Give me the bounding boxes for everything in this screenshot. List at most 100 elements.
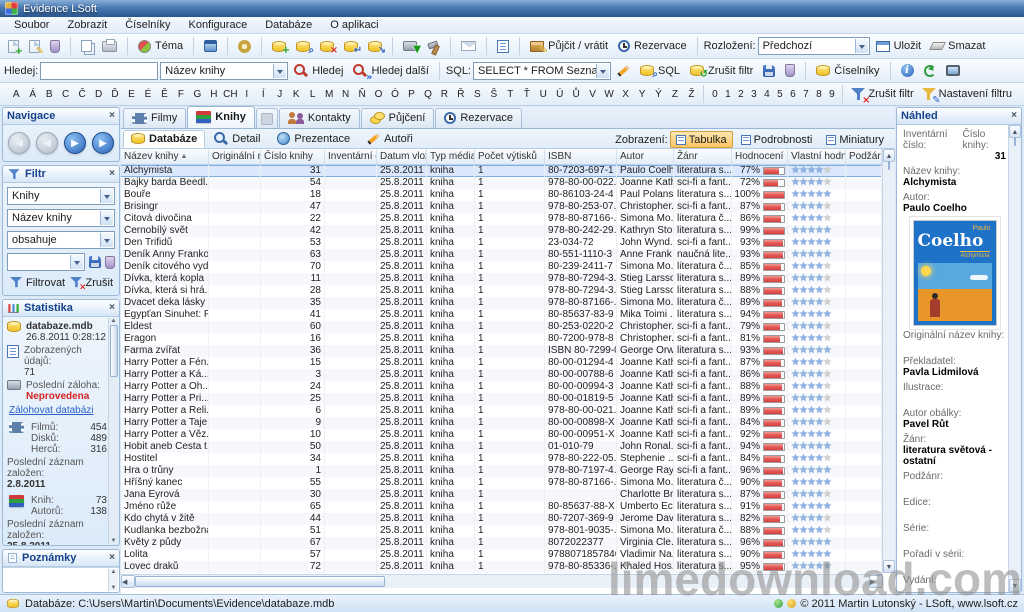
digit-4[interactable]: 4 — [760, 87, 773, 102]
alpha-y[interactable]: Ý — [650, 87, 666, 102]
view-podrobnosti[interactable]: Podrobnosti — [735, 131, 819, 148]
add-db-button[interactable]: + — [268, 39, 290, 54]
alpha-r[interactable]: Ř — [453, 87, 469, 102]
table-row[interactable]: Farma zvířat3625.8.2011kniha1ISBN 80-729… — [121, 345, 883, 357]
table-row[interactable]: Květy z půdy6725.8.2011kniha18072022377V… — [121, 537, 883, 549]
sql-select[interactable]: SELECT * FROM Seznam — [473, 62, 611, 80]
delete-filter-button[interactable] — [781, 62, 799, 79]
tab-pujceni[interactable]: Půjčení — [361, 108, 435, 128]
poznamky-scrollbar[interactable]: ▲▼ — [108, 569, 118, 591]
table-row[interactable]: Deník Anny Franko...6325.8.2011kniha180-… — [121, 249, 883, 261]
alpha-e[interactable]: E — [123, 87, 139, 102]
table-row[interactable]: Jméno růže6525.8.2011kniha180-85637-88-X… — [121, 501, 883, 513]
refresh-button[interactable] — [920, 63, 940, 79]
rezervace-button[interactable]: Rezervace — [614, 38, 691, 54]
alpha-t[interactable]: T — [502, 87, 518, 102]
table-row[interactable]: Eragon1625.8.2011kniha180-7200-978-8Chri… — [121, 333, 883, 345]
alpha-l[interactable]: L — [304, 87, 320, 102]
table-row[interactable]: Eldest6025.8.2011kniha180-253-0220-2Chri… — [121, 321, 883, 333]
zrusit-button[interactable]: ×Zrušit — [69, 276, 114, 289]
alpha-z[interactable]: Z — [667, 87, 683, 102]
print-button[interactable] — [98, 39, 121, 54]
menu-o-aplikaci[interactable]: O aplikaci — [322, 18, 386, 32]
vertical-scrollbar[interactable]: ▲▼ — [882, 149, 895, 573]
tab-filmy[interactable]: Filmy — [123, 108, 186, 128]
subtab-prezentace[interactable]: Prezentace — [269, 130, 358, 148]
menu-databaze[interactable]: Databáze — [257, 18, 320, 32]
table-row[interactable]: Hra o trůny125.8.2011kniha1978-80-7197-4… — [121, 465, 883, 477]
table-row[interactable]: Jana Eyrová3025.8.2011kniha1Charlotte Br… — [121, 489, 883, 501]
alpha-i[interactable]: Í — [255, 87, 271, 102]
table-row[interactable]: Harry Potter a Fén...1525.8.2011kniha180… — [121, 357, 883, 369]
rozlozeni-select[interactable]: Předchozí — [758, 37, 870, 55]
digit-1[interactable]: 1 — [721, 87, 734, 102]
alpha-ch[interactable]: CH — [222, 87, 238, 102]
alpha-j[interactable]: J — [272, 87, 288, 102]
smazat-layout-button[interactable]: Smazat — [927, 38, 989, 54]
table-row[interactable]: Harry Potter a Reli...625.8.2011kniha197… — [121, 405, 883, 417]
menu-konfigurace[interactable]: Konfigurace — [180, 18, 255, 32]
search-field-select[interactable]: Název knihy — [160, 62, 288, 80]
column-header-isbn[interactable]: ISBN — [545, 149, 617, 164]
columns-button[interactable] — [493, 38, 513, 55]
close-filtr-button[interactable]: × — [109, 169, 115, 179]
alpha-x[interactable]: X — [617, 87, 633, 102]
alpha-w[interactable]: W — [601, 87, 617, 102]
pujcit-vratit-button[interactable]: ✎Půjčit / vrátit — [526, 38, 612, 54]
report-button[interactable] — [942, 63, 964, 78]
alpha-m[interactable]: M — [321, 87, 337, 102]
zrusit-filtr-sql-button[interactable]: ↺Zrušit filtr — [686, 63, 757, 79]
alpha-k[interactable]: K — [288, 87, 304, 102]
column-header-nazev-knihy[interactable]: Název knihy▲ — [121, 149, 209, 164]
table-row[interactable]: Harry Potter a Pri...2525.8.2011kniha180… — [121, 393, 883, 405]
table-row[interactable]: Hříšný kanec5525.8.2011kniha1978-80-8716… — [121, 477, 883, 489]
menu-soubor[interactable]: Soubor — [6, 18, 57, 32]
alpha-u[interactable]: U — [535, 87, 551, 102]
digit-8[interactable]: 8 — [812, 87, 825, 102]
nav-first-button[interactable]: ◀ — [8, 132, 30, 154]
save-filter-icon[interactable] — [89, 256, 101, 268]
digit-3[interactable]: 3 — [747, 87, 760, 102]
table-row[interactable]: Alchymista3125.8.2011kniha180-7203-697-1… — [121, 165, 883, 177]
backup-database-link[interactable]: Zálohovat databázi — [9, 405, 107, 416]
alpha-o[interactable]: Ó — [387, 87, 403, 102]
zrusit-filtr-button[interactable]: ×Zrušit filtr — [847, 87, 917, 102]
table-row[interactable]: Kdo chytá v žitě4425.8.2011kniha180-7207… — [121, 513, 883, 525]
filtr-operator-select[interactable]: obsahuje — [7, 231, 115, 249]
table-row[interactable]: Kudlanka bezbožná5125.8.2011kniha1978-80… — [121, 525, 883, 537]
tab-knihy[interactable]: Knihy — [187, 106, 255, 128]
settings-button[interactable] — [234, 38, 255, 55]
alpha-t[interactable]: Ť — [519, 87, 535, 102]
table-row[interactable]: Bajky barda Beedl...5425.8.2011kniha1978… — [121, 177, 883, 189]
nahled-scrollbar[interactable]: ▲▼ — [1008, 125, 1021, 592]
alpha-q[interactable]: Q — [420, 87, 436, 102]
table-row[interactable]: Černobílý svět4225.8.2011kniha1978-80-24… — [121, 225, 883, 237]
table-row[interactable]: Egypťan Sinuhet: P...4125.8.2011kniha180… — [121, 309, 883, 321]
delete-record-button[interactable] — [46, 38, 64, 55]
alpha-s[interactable]: Š — [486, 87, 502, 102]
column-header-podzar[interactable]: Podžár... — [846, 149, 882, 164]
close-statistika-button[interactable]: × — [109, 303, 115, 313]
alpha-d[interactable]: Ď — [107, 87, 123, 102]
table-row[interactable]: Harry Potter a Věz...1025.8.2011kniha180… — [121, 429, 883, 441]
column-header-autor[interactable]: Autor — [617, 149, 674, 164]
export-db-button[interactable]: ↘ — [364, 39, 386, 54]
alpha-s[interactable]: S — [469, 87, 485, 102]
alpha-g[interactable]: G — [189, 87, 205, 102]
import-db-button[interactable]: ↵ — [340, 39, 362, 54]
filtr-value-combo[interactable] — [7, 253, 85, 271]
backup-button[interactable]: ▼ — [399, 39, 421, 53]
alpha-v[interactable]: V — [584, 87, 600, 102]
table-row[interactable]: Bouře1825.8.2011kniha180-86103-24-4Paul … — [121, 189, 883, 201]
table-row[interactable]: Citová divočina2225.8.2011kniha1978-80-8… — [121, 213, 883, 225]
alpha-f[interactable]: F — [173, 87, 189, 102]
table-row[interactable]: Deník citového vyd...7025.8.2011kniha180… — [121, 261, 883, 273]
tab-kontakty[interactable]: Kontakty — [279, 108, 360, 128]
view-miniatury[interactable]: Miniatury — [820, 131, 890, 148]
alpha-u[interactable]: Ú — [551, 87, 567, 102]
column-header-vlastni-hodn[interactable]: Vlastní hodn... — [788, 149, 846, 164]
hledej-button[interactable]: Hledej — [290, 62, 347, 80]
alpha-c[interactable]: Č — [74, 87, 90, 102]
delete-filter-icon[interactable] — [105, 256, 115, 269]
tools-button[interactable] — [423, 38, 444, 55]
